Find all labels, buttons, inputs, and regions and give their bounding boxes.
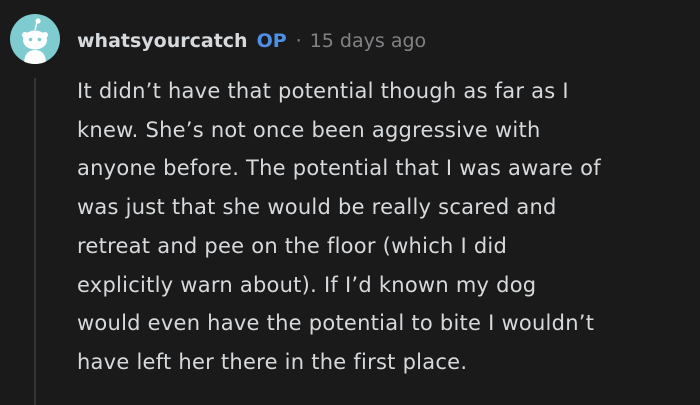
timestamp-link[interactable]: 15 days ago [310,30,426,52]
op-badge: OP [256,30,287,52]
separator-dot: · [295,30,302,52]
comment-header: whatsyourcatch OP · 15 days ago [77,26,426,56]
comment-body-line: was just that she would be really scared… [77,195,557,220]
thread-collapse-line[interactable] [34,78,36,405]
comment-body-line: anyone before. The potential that I was … [77,156,601,181]
comment-body-line: have left her there in the first place. [77,349,468,374]
comment-body-line: knew. She’s not once been aggressive wit… [77,117,541,142]
comment-body-line: retreat and pee on the floor (which I di… [77,233,508,258]
comment-body-line: It didn’t have that potential though as … [77,79,569,103]
username-link[interactable]: whatsyourcatch [77,30,248,52]
avatar[interactable] [10,14,60,64]
comment-body-line: explicitly warn about). If I’d known my … [77,272,537,297]
comment: whatsyourcatch OP · 15 days ago It didn’… [0,0,700,405]
comment-body: It didn’t have that potential though as … [77,72,687,382]
comment-body-line: would even have the potential to bite I … [77,311,595,336]
reddit-snoo-avatar-icon [22,18,48,64]
